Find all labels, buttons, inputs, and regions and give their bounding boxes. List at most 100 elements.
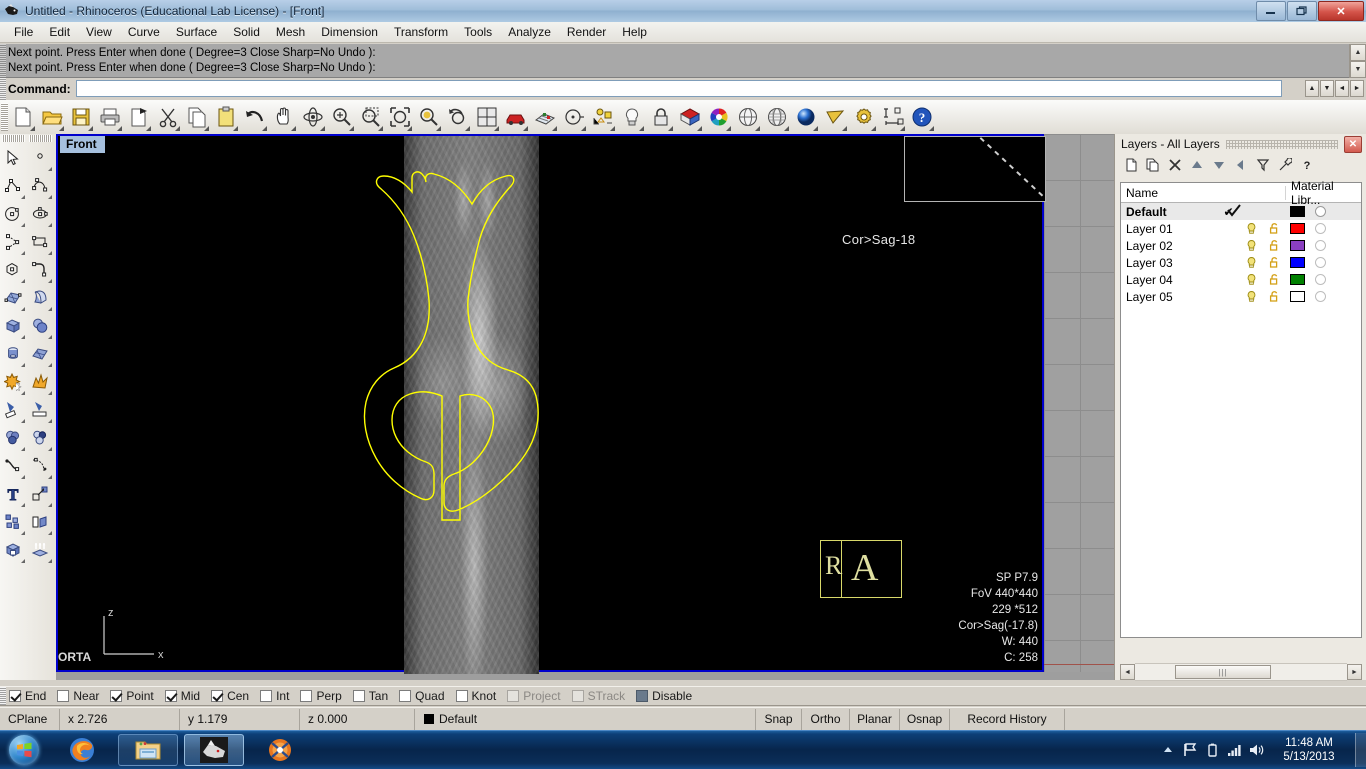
table-row[interactable]: Default ✔ (1121, 203, 1361, 220)
table-row[interactable]: Layer 04 (1121, 271, 1361, 288)
paste-button[interactable] (211, 102, 240, 132)
osnap-knot[interactable]: Knot (455, 689, 496, 703)
unlock-icon[interactable] (1263, 273, 1286, 286)
menu-analyze[interactable]: Analyze (500, 23, 559, 41)
volume-icon[interactable] (1245, 731, 1267, 769)
unlock-icon[interactable] (1263, 239, 1286, 252)
scroll-left-button[interactable]: ◄ (1120, 664, 1135, 680)
status-layer[interactable]: Default (416, 709, 586, 730)
osnap-end[interactable]: End (9, 689, 46, 703)
menu-view[interactable]: View (78, 23, 120, 41)
bulb-icon[interactable] (1240, 273, 1263, 286)
menu-transform[interactable]: Transform (386, 23, 456, 41)
scroll-right-button[interactable]: ► (1347, 664, 1362, 680)
osnap-strack[interactable]: STrack (571, 689, 625, 703)
boolean-union-button[interactable] (0, 368, 26, 396)
cap-solid-button[interactable] (0, 536, 26, 564)
osnap-mid-checkbox[interactable] (164, 690, 177, 702)
move-down-icon[interactable] (1209, 156, 1229, 174)
osnap-disable[interactable]: Disable (636, 689, 692, 703)
named-views-button[interactable] (501, 102, 530, 132)
layer-color-swatch[interactable] (1286, 291, 1309, 302)
show-hidden-icons-icon[interactable] (1157, 731, 1179, 769)
status-toggle-record-history[interactable]: Record History (950, 708, 1065, 730)
menu-mesh[interactable]: Mesh (268, 23, 313, 41)
pan-button[interactable] (269, 102, 298, 132)
polyline-button[interactable] (0, 172, 26, 200)
point-object-button[interactable] (559, 102, 588, 132)
osnap-quad[interactable]: Quad (399, 689, 445, 703)
explode-button[interactable] (27, 368, 53, 396)
status-cplane[interactable]: CPlane (0, 708, 60, 730)
unlock-icon[interactable] (1263, 222, 1286, 235)
osnap-quad-checkbox[interactable] (399, 690, 412, 702)
menu-edit[interactable]: Edit (41, 23, 78, 41)
material-circle[interactable] (1309, 240, 1332, 251)
status-toggle-planar[interactable]: Planar (850, 708, 900, 730)
scale-button[interactable] (27, 480, 53, 508)
menu-file[interactable]: File (6, 23, 41, 41)
layer-color-swatch[interactable] (1286, 240, 1309, 251)
layer-color-swatch[interactable] (1286, 223, 1309, 234)
menu-solid[interactable]: Solid (225, 23, 268, 41)
boolean-difference-button[interactable] (0, 424, 26, 452)
osnap-int[interactable]: Int (260, 689, 289, 703)
rotate-view-button[interactable] (298, 102, 327, 132)
command-next-button[interactable]: ► (1350, 80, 1364, 97)
command-scroll-down-button[interactable]: ▼ (1320, 80, 1334, 97)
taskbar-file-explorer[interactable] (118, 734, 178, 766)
unlock-icon[interactable] (1263, 290, 1286, 303)
secondary-viewport-grid[interactable] (1044, 134, 1114, 672)
table-row[interactable]: Layer 05 (1121, 288, 1361, 305)
copy-layer-icon[interactable] (1143, 156, 1163, 174)
minimize-button[interactable] (1256, 1, 1286, 21)
text-button[interactable]: T (0, 480, 26, 508)
unlock-icon[interactable] (1263, 256, 1286, 269)
print-button[interactable] (95, 102, 124, 132)
start-button[interactable] (2, 733, 46, 767)
extrude-up-button[interactable] (27, 536, 53, 564)
osnap-perp-checkbox[interactable] (300, 690, 313, 702)
ellipse-button[interactable] (27, 200, 53, 228)
osnap-tan[interactable]: Tan (352, 689, 388, 703)
main-toolbar-grip[interactable] (1, 103, 8, 131)
menu-curve[interactable]: Curve (120, 23, 168, 41)
fillet-curve-button[interactable] (27, 256, 53, 284)
scroll-thumb[interactable]: ||| (1175, 665, 1271, 679)
point-button[interactable] (27, 144, 53, 172)
blend-curve-button[interactable] (0, 452, 26, 480)
curve-button[interactable] (27, 172, 53, 200)
close-button[interactable]: ✕ (1318, 1, 1364, 21)
command-prev-button[interactable]: ◄ (1335, 80, 1349, 97)
save-file-button[interactable] (66, 102, 95, 132)
menu-render[interactable]: Render (559, 23, 614, 41)
layers-table[interactable]: Name Material Libr... Default ✔ Layer 01 (1120, 179, 1362, 638)
osnap-strack-checkbox[interactable] (571, 690, 584, 702)
layer-color-swatch[interactable] (1286, 206, 1309, 217)
undo-button[interactable] (240, 102, 269, 132)
cut-button[interactable] (153, 102, 182, 132)
color-wheel-button[interactable] (704, 102, 733, 132)
select-arrow-button[interactable] (0, 144, 26, 172)
arc-button[interactable] (0, 228, 26, 256)
box-button[interactable] (0, 312, 26, 340)
polygon-button[interactable] (0, 256, 26, 284)
rectangle-button[interactable] (27, 228, 53, 256)
status-toggle-snap[interactable]: Snap (756, 708, 802, 730)
command-history-scrollbar[interactable]: ▲ ▼ (1349, 44, 1366, 78)
copy-object-button[interactable] (27, 508, 53, 536)
copy-button[interactable] (182, 102, 211, 132)
filter-icon[interactable] (1253, 156, 1273, 174)
left-toolbar-grip-1[interactable] (2, 135, 25, 142)
show-desktop-button[interactable] (1355, 733, 1366, 767)
group-button[interactable] (0, 508, 26, 536)
osnap-point[interactable]: Point (110, 689, 154, 703)
zoom-window-button[interactable] (356, 102, 385, 132)
zoom-in-button[interactable] (327, 102, 356, 132)
light-bulb-button[interactable] (617, 102, 646, 132)
delete-layer-icon[interactable] (1165, 156, 1185, 174)
surface-grid-button[interactable] (27, 340, 53, 368)
cylinder-button[interactable] (0, 340, 26, 368)
open-file-button[interactable] (37, 102, 66, 132)
options-gear-button[interactable] (849, 102, 878, 132)
